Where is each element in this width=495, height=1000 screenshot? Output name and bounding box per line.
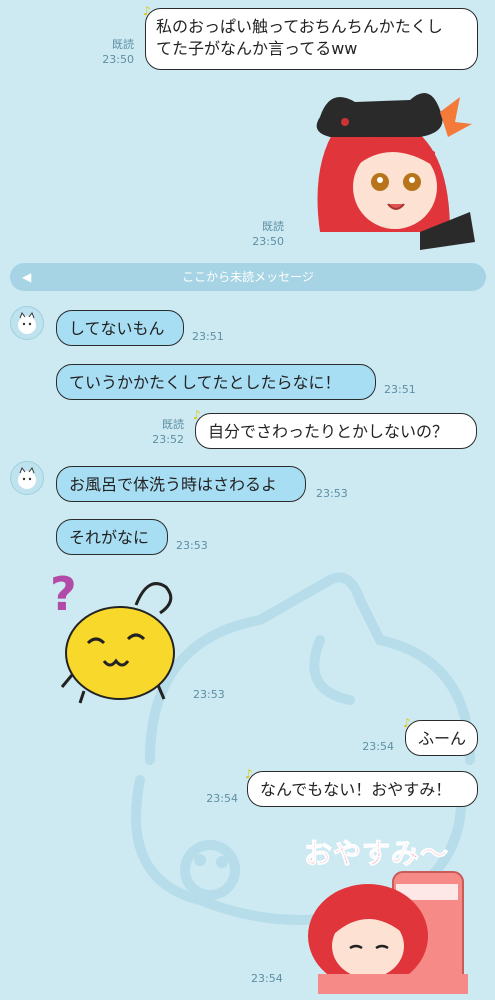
message-time: 23:53 <box>316 487 348 500</box>
read-receipt: 既読 <box>262 220 284 233</box>
message-text: ていうかかたくしてたとしたらなに！ <box>69 373 341 392</box>
message-time: 23:50 <box>102 53 134 66</box>
outgoing-message[interactable]: 私のおっぱい触っておちんちんかたくし てた子がなんか言ってるww <box>145 8 478 70</box>
incoming-message[interactable]: お風呂で体洗う時はさわるよ <box>56 466 306 502</box>
message-text: 私のおっぱい触っておちんちんかたくし <box>156 17 443 36</box>
read-receipt: 既読 <box>162 418 184 431</box>
message-text: 自分でさわったりとかしないの？ <box>208 422 449 441</box>
incoming-message[interactable]: してないもん <box>56 310 184 346</box>
unread-divider: ◀ ここから未読メッセージ <box>10 263 486 291</box>
outgoing-message[interactable]: なんでもない！おやすみ！ <box>247 771 478 807</box>
confused-face-sticker[interactable]: ? <box>48 565 188 705</box>
message-time: 23:50 <box>252 235 284 248</box>
message-time: 23:54 <box>206 792 238 805</box>
message-time: 23:52 <box>152 433 184 446</box>
message-text: してないもん <box>69 319 165 338</box>
message-time: 23:54 <box>251 972 283 985</box>
message-time: 23:53 <box>193 688 225 701</box>
goodnight-sticker[interactable]: おやすみ〜 <box>298 828 478 996</box>
message-time: 23:51 <box>192 330 224 343</box>
message-text: お風呂で体洗う時はさわるよ <box>69 475 278 494</box>
cat-avatar-icon[interactable] <box>10 306 44 340</box>
svg-text:?: ? <box>50 567 77 621</box>
outgoing-message[interactable]: 自分でさわったりとかしないの？ <box>195 413 477 449</box>
message-time: 23:54 <box>362 740 394 753</box>
message-text: てた子がなんか言ってるww <box>156 39 358 58</box>
read-receipt: 既読 <box>112 38 134 51</box>
message-text: ふーん <box>418 729 467 748</box>
message-time: 23:53 <box>176 539 208 552</box>
message-text: なんでもない！おやすみ！ <box>260 780 452 799</box>
message-time: 23:51 <box>384 383 416 396</box>
incoming-message[interactable]: それがなに <box>56 519 168 555</box>
tag-icon: ◀ <box>22 270 32 284</box>
cat-avatar-icon[interactable] <box>10 461 44 495</box>
incoming-message[interactable]: ていうかかたくしてたとしたらなに！ <box>56 364 376 400</box>
girl-sticker[interactable] <box>300 82 480 250</box>
outgoing-message[interactable]: ふーん <box>405 720 478 756</box>
sleeping-girl-illustration <box>308 871 468 994</box>
unread-divider-label: ここから未読メッセージ <box>182 270 314 284</box>
message-text: それがなに <box>69 528 150 547</box>
